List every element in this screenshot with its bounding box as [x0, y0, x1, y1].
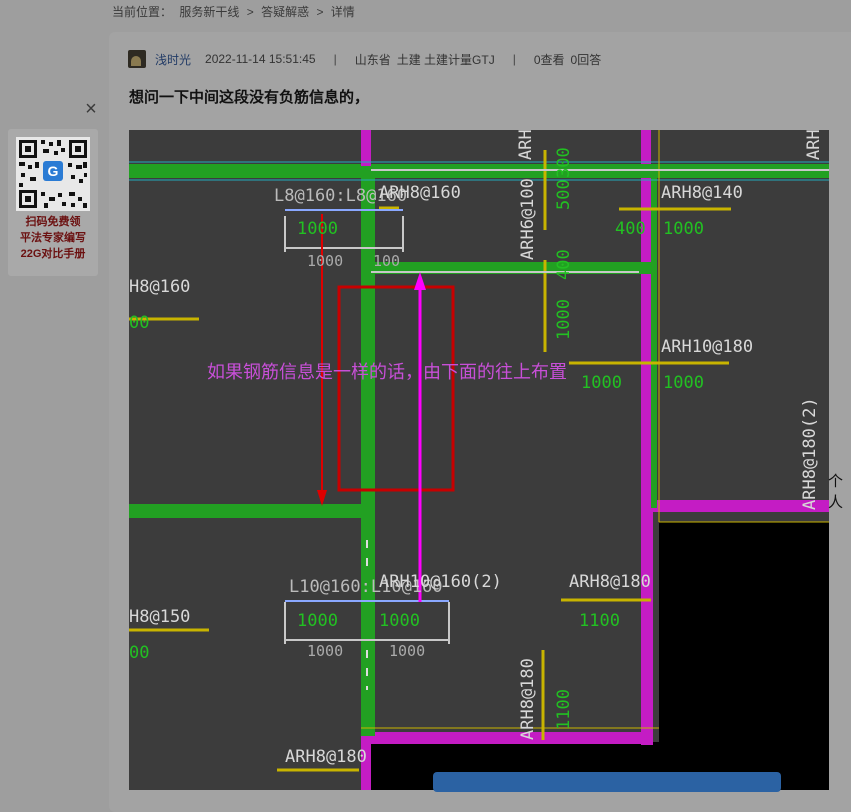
cad-dim-1000: 1000: [297, 219, 338, 239]
post-meta: 浅时光 2022-11-14 15:51:45 | 山东省 土建 土建计量GTJ…: [128, 48, 601, 70]
cad-dim-1000: 1000: [379, 611, 420, 631]
meta-divider: |: [512, 52, 516, 66]
cad-dim-1000: 1000: [554, 299, 574, 340]
answer-count: 0回答: [570, 52, 602, 67]
cad-dim-1000: 1000: [389, 642, 425, 660]
cad-dim-1000: 1000: [663, 373, 704, 393]
cad-label-arh8-180-2: ARH8@180(2): [800, 397, 820, 510]
post-category: 土建 土建计量GTJ: [396, 52, 495, 67]
cad-dim-00: 00: [129, 643, 149, 663]
post-datetime: 2022-11-14 15:51:45: [205, 52, 316, 66]
cad-dim-400: 400: [554, 249, 574, 280]
cad-annotation: 如果钢筋信息是一样的话，由下面的往上布置: [207, 362, 567, 383]
side-panel-text: 个人: [828, 473, 844, 511]
post-title: 想问一下中间这段没有负筋信息的，: [129, 89, 370, 106]
meta-divider: |: [333, 52, 337, 66]
cad-dim-1100: 1100: [579, 611, 620, 631]
cad-label-arh-top2: ARH: [804, 130, 824, 160]
cad-label-arh8-160-top: ARH8@160: [379, 183, 461, 203]
avatar[interactable]: [128, 50, 146, 68]
cad-label-arh8-140: ARH8@140: [661, 183, 743, 203]
cad-label-arh10-180: ARH10@180: [661, 337, 753, 357]
cad-dim-1100: 1100: [554, 689, 574, 730]
cad-label-arh-top1: ARH: [516, 130, 536, 160]
cad-dim-1000: 1000: [663, 219, 704, 239]
breadcrumb-item-detail: 详情: [330, 5, 355, 19]
cad-label-arh8-180-vert: ARH8@180: [518, 658, 538, 740]
close-icon[interactable]: ×: [82, 99, 100, 119]
breadcrumb-label: 当前位置：: [112, 5, 173, 19]
cad-dim-1000: 1000: [307, 642, 343, 660]
qr-code-icon: G: [16, 137, 90, 211]
promo-line: 扫码免费领: [25, 216, 81, 228]
promo-line: 22G对比手册: [20, 248, 86, 260]
bottom-notice-bar[interactable]: [433, 772, 781, 792]
cad-label-arh8-160-left: H8@160: [129, 277, 190, 297]
cad-dim-300: 300: [554, 147, 574, 178]
post-region: 山东省: [354, 52, 391, 67]
cad-label-arh8-150-left: H8@150: [129, 607, 190, 627]
breadcrumb-item-service[interactable]: 服务新干线: [179, 5, 239, 19]
cad-dim-500: 500: [554, 179, 574, 210]
cad-drawing-image[interactable]: L8@160:L8@160 L10@160:L10@160 ARH8@160 A…: [129, 130, 829, 790]
promo-panel[interactable]: G 扫码免费领 平法专家编写 22G对比手册: [8, 129, 98, 276]
svg-text:G: G: [48, 163, 59, 179]
promo-line: 平法专家编写: [20, 232, 86, 244]
cad-label-arh8-180-bottom: ARH8@180: [285, 747, 367, 767]
breadcrumb-separator: >: [246, 5, 254, 19]
breadcrumb: 当前位置： 服务新干线 > 答疑解惑 > 详情: [112, 3, 359, 20]
cad-dim-1000: 1000: [307, 252, 343, 270]
view-count: 0查看: [533, 52, 565, 67]
author-name[interactable]: 浅时光: [155, 51, 191, 68]
cad-dim-1000: 1000: [581, 373, 622, 393]
cad-dim-1000: 1000: [297, 611, 338, 631]
cad-label-arh10-160-2: ARH10@160(2): [379, 572, 502, 592]
promo-text: 扫码免费领 平法专家编写 22G对比手册: [8, 214, 98, 262]
cad-dim-100: 100: [373, 252, 400, 270]
breadcrumb-item-qa[interactable]: 答疑解惑: [261, 5, 309, 19]
cad-label-arh6-100: ARH6@100: [518, 178, 538, 260]
cad-dim-400: 400: [615, 219, 646, 239]
cad-label-arh8-180-mid: ARH8@180: [569, 572, 651, 592]
cad-dim-00: 00: [129, 313, 149, 333]
breadcrumb-separator: >: [316, 5, 324, 19]
